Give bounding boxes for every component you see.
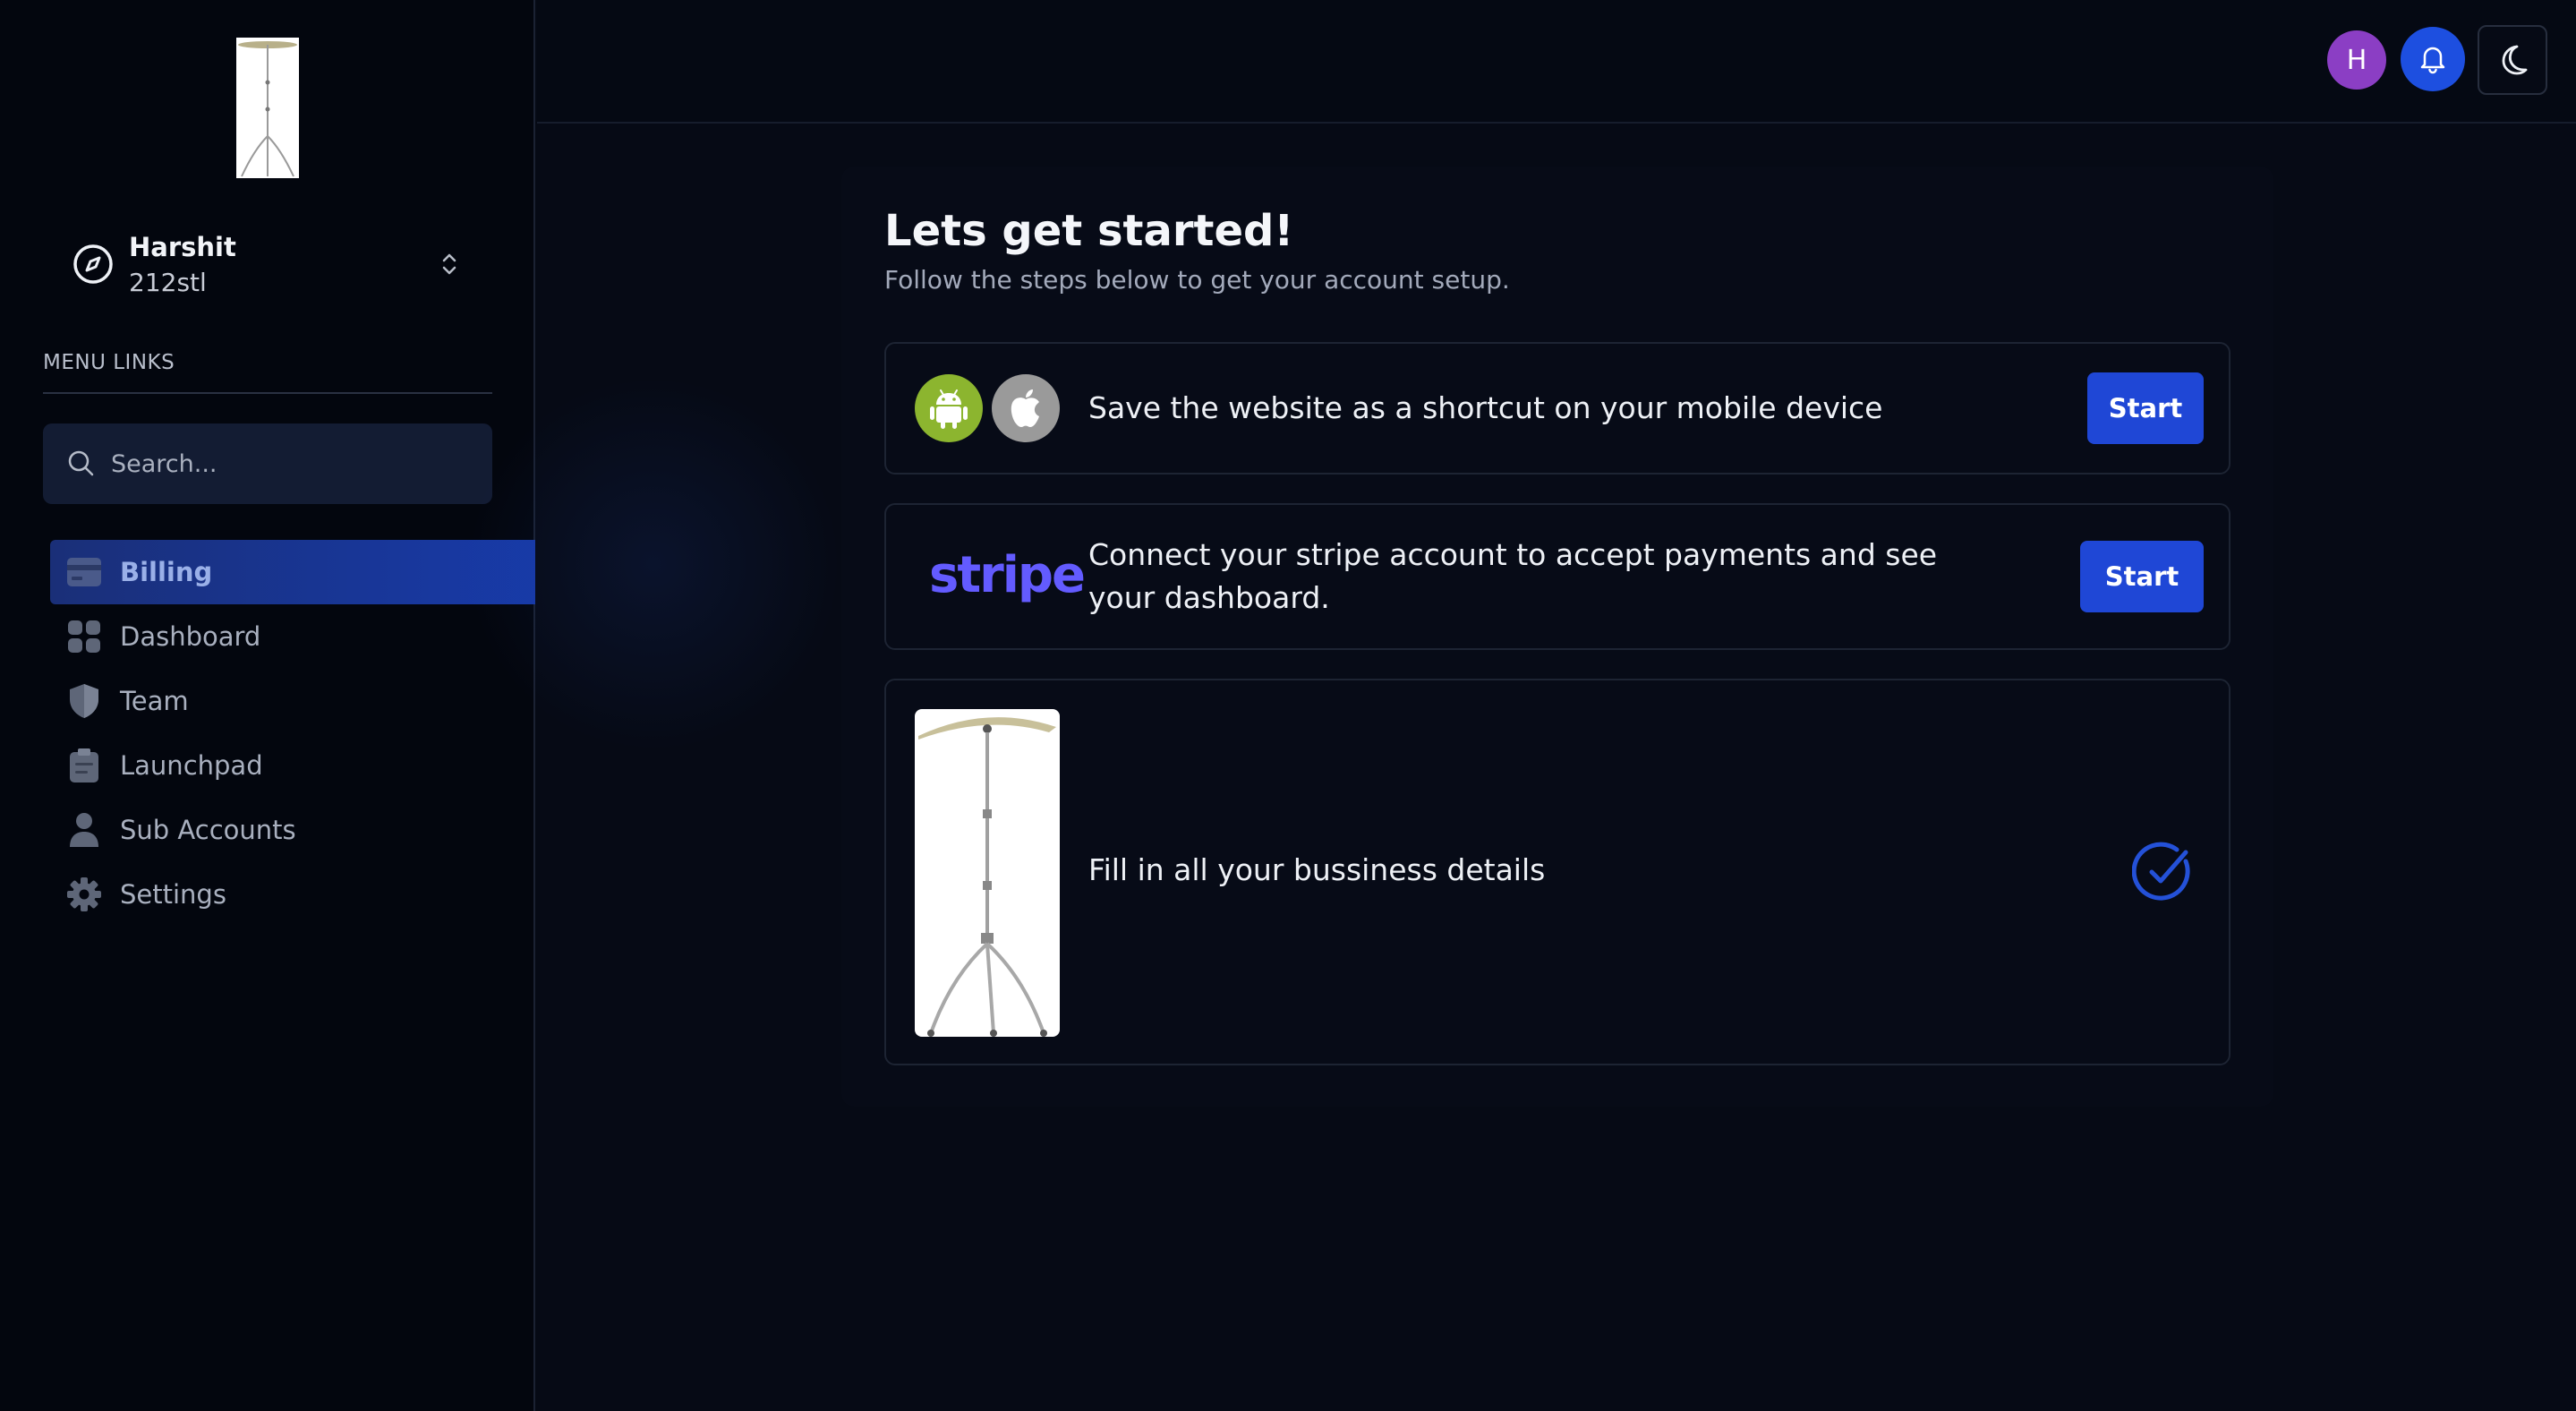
notifications-button[interactable] [2401,27,2465,91]
user-avatar[interactable]: H [2327,30,2386,90]
account-switcher[interactable]: Harshit 212stl [72,224,465,304]
menu-divider [43,392,492,394]
bell-icon [2420,47,2445,74]
account-names: Harshit 212stl [129,232,433,297]
clipboard-icon [66,748,102,783]
moon-icon [2502,45,2528,75]
sidebar-search[interactable] [43,423,492,504]
step-text: Fill in all your bussiness details [1088,852,1546,887]
account-name: Harshit [129,231,236,262]
theme-toggle-button[interactable] [2478,25,2547,95]
shield-icon [66,683,102,719]
sidebar-item-label: Dashboard [120,621,261,652]
step-text: Save the website as a shortcut on your m… [1088,390,1883,425]
credit-card-icon [66,554,102,590]
business-image [915,709,1060,1037]
apple-icon [992,374,1060,442]
sidebar-item-billing[interactable]: Billing [50,540,535,604]
sidebar-nav: Billing Dashboard Team Launchpad Sub Acc… [50,540,535,927]
onboarding-card: Lets get started! Follow the steps below… [841,167,2273,1107]
sidebar-item-label: Billing [120,557,213,587]
person-icon [66,812,102,848]
chevron-up-down-icon[interactable] [433,248,465,280]
step-mobile-shortcut: Save the website as a shortcut on your m… [884,342,2231,475]
sidebar-item-team[interactable]: Team [50,669,535,733]
gear-icon [66,877,102,912]
brand-logo[interactable] [236,38,299,178]
page-subtitle: Follow the steps below to get your accou… [884,265,1510,295]
step-connect-stripe: stripe Connect your stripe account to ac… [884,503,2231,650]
sidebar-item-label: Settings [120,879,226,910]
sidebar-item-sub-accounts[interactable]: Sub Accounts [50,798,535,862]
menu-links-heading: MENU LINKS [43,351,175,374]
compass-icon [73,244,113,284]
sidebar-item-label: Sub Accounts [120,815,296,845]
sidebar-item-dashboard[interactable]: Dashboard [50,604,535,669]
search-icon [68,450,94,476]
start-mobile-shortcut-button[interactable]: Start [2087,372,2204,444]
account-subtitle: 212stl [129,267,207,297]
sidebar: Harshit 212stl MENU LINKS Billing [0,0,535,1411]
step-business-details: Fill in all your bussiness details [884,679,2231,1065]
search-input[interactable] [111,449,451,478]
sidebar-item-label: Team [120,686,189,716]
sidebar-item-settings[interactable]: Settings [50,862,535,927]
sidebar-item-label: Launchpad [120,750,263,781]
page-title: Lets get started! [884,206,1294,256]
sidebar-item-launchpad[interactable]: Launchpad [50,733,535,798]
grid-icon [66,619,102,654]
background-glow [465,376,841,752]
android-icon [915,374,983,442]
top-bar [537,0,2576,124]
start-stripe-button[interactable]: Start [2080,541,2204,612]
step-text: Connect your stripe account to accept pa… [1088,537,1938,615]
check-circle-icon [2132,842,2190,901]
stripe-logo: stripe [929,546,1086,604]
app-root: Harshit 212stl MENU LINKS Billing [0,0,2576,1411]
